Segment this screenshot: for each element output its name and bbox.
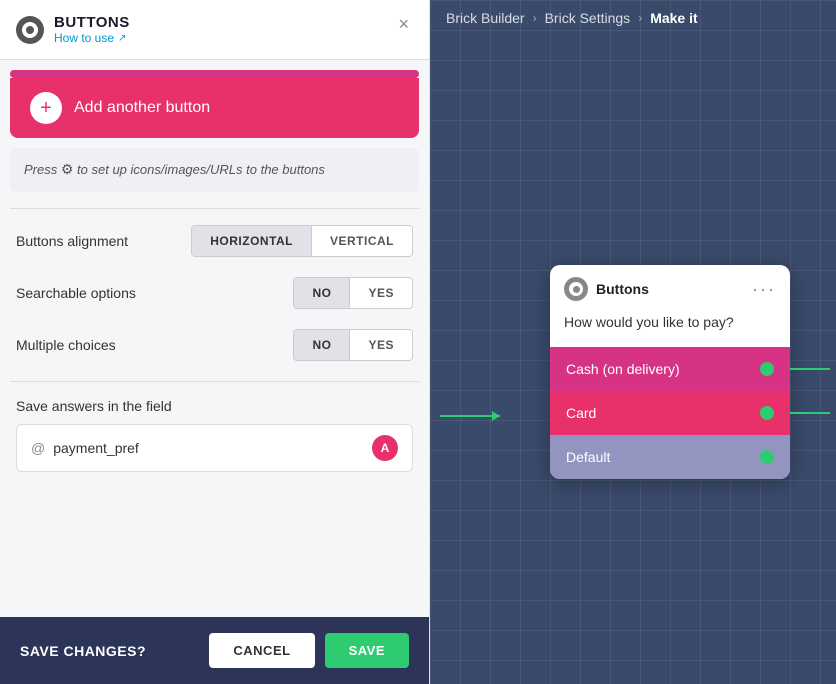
brick-card-title: Buttons [596, 281, 649, 297]
settings-section: Buttons alignment HORIZONTAL VERTICAL Se… [0, 225, 429, 361]
alignment-row: Buttons alignment HORIZONTAL VERTICAL [16, 225, 413, 257]
hint-text-before: Press [24, 162, 57, 177]
option-card-line [790, 412, 830, 414]
field-input-row[interactable]: @ payment_pref A [16, 424, 413, 472]
gear-icon: ⚙ [61, 160, 74, 180]
add-button-label: Add another button [74, 99, 210, 117]
breadcrumb-make-it: Make it [650, 10, 697, 26]
at-sign: @ [31, 440, 45, 456]
field-input-left: @ payment_pref [31, 440, 139, 456]
panel-icon-inner [22, 22, 38, 38]
right-panel: Brick Builder › Brick Settings › Make it… [430, 0, 836, 684]
arrow-line [440, 415, 500, 417]
multiple-toggle: NO YES [293, 329, 413, 361]
multiple-no[interactable]: NO [294, 330, 349, 360]
panel-footer: SAVE CHANGES? CANCEL SAVE [0, 617, 429, 684]
field-badge: A [372, 435, 398, 461]
brick-card-header-left: Buttons [564, 277, 649, 301]
panel-header: BUTTONS How to use ↗ × [0, 0, 429, 60]
breadcrumb-builder: Brick Builder [446, 10, 525, 26]
breadcrumb-settings: Brick Settings [545, 10, 631, 26]
alignment-vertical[interactable]: VERTICAL [311, 226, 412, 256]
arrow-connector [440, 415, 500, 417]
save-field-section: Save answers in the field @ payment_pref… [0, 398, 429, 472]
multiple-yes[interactable]: YES [349, 330, 412, 360]
option-default[interactable]: Default [550, 435, 790, 479]
searchable-label: Searchable options [16, 285, 136, 301]
save-field-label: Save answers in the field [16, 398, 413, 414]
brick-icon-inner [569, 282, 583, 296]
divider-1 [10, 208, 419, 209]
panel-title: BUTTONS [54, 14, 130, 31]
option-default-dot [760, 450, 774, 464]
hint-box: Press ⚙ to set up icons/images/URLs to t… [10, 148, 419, 192]
alignment-horizontal[interactable]: HORIZONTAL [192, 226, 311, 256]
panel-icon [16, 16, 44, 44]
searchable-row: Searchable options NO YES [16, 277, 413, 309]
alignment-label: Buttons alignment [16, 233, 128, 249]
breadcrumb: Brick Builder › Brick Settings › Make it [430, 0, 836, 36]
brick-menu-icon[interactable]: ··· [752, 279, 776, 300]
left-panel: BUTTONS How to use ↗ × + Add another but… [0, 0, 430, 684]
add-button-row[interactable]: + Add another button [10, 78, 419, 138]
save-question: SAVE CHANGES? [20, 643, 146, 659]
brick-card: Buttons ··· How would you like to pay? C… [550, 265, 790, 479]
brick-icon [564, 277, 588, 301]
close-button[interactable]: × [394, 14, 413, 35]
add-circle-icon: + [30, 92, 62, 124]
option-cash-line [790, 368, 830, 370]
brick-card-header: Buttons ··· [550, 265, 790, 309]
multiple-row: Multiple choices NO YES [16, 329, 413, 361]
brick-options: Cash (on delivery) Card Default [550, 347, 790, 479]
option-card-dot [760, 406, 774, 420]
hint-text-after: to set up icons/images/URLs to the butto… [77, 162, 325, 177]
footer-buttons: CANCEL SAVE [209, 633, 409, 668]
divider-2 [10, 381, 419, 382]
searchable-no[interactable]: NO [294, 278, 349, 308]
searchable-toggle: NO YES [293, 277, 413, 309]
option-card[interactable]: Card [550, 391, 790, 435]
how-to-use-link[interactable]: How to use ↗ [54, 31, 130, 45]
option-cash-label: Cash (on delivery) [566, 361, 680, 377]
external-link-icon: ↗ [118, 33, 126, 44]
breadcrumb-sep-1: › [533, 11, 537, 25]
cancel-button[interactable]: CANCEL [209, 633, 314, 668]
title-group: BUTTONS How to use ↗ [54, 14, 130, 45]
alignment-toggle: HORIZONTAL VERTICAL [191, 225, 413, 257]
brick-question: How would you like to pay? [550, 309, 790, 347]
button-strip [10, 70, 419, 78]
header-left: BUTTONS How to use ↗ [16, 14, 130, 45]
searchable-yes[interactable]: YES [349, 278, 412, 308]
panel-content: + Add another button Press ⚙ to set up i… [0, 60, 429, 617]
field-name: payment_pref [53, 440, 139, 456]
option-cash[interactable]: Cash (on delivery) [550, 347, 790, 391]
save-button[interactable]: SAVE [325, 633, 409, 668]
option-cash-dot [760, 362, 774, 376]
option-default-label: Default [566, 449, 610, 465]
breadcrumb-sep-2: › [638, 11, 642, 25]
multiple-label: Multiple choices [16, 337, 116, 353]
option-card-label: Card [566, 405, 596, 421]
